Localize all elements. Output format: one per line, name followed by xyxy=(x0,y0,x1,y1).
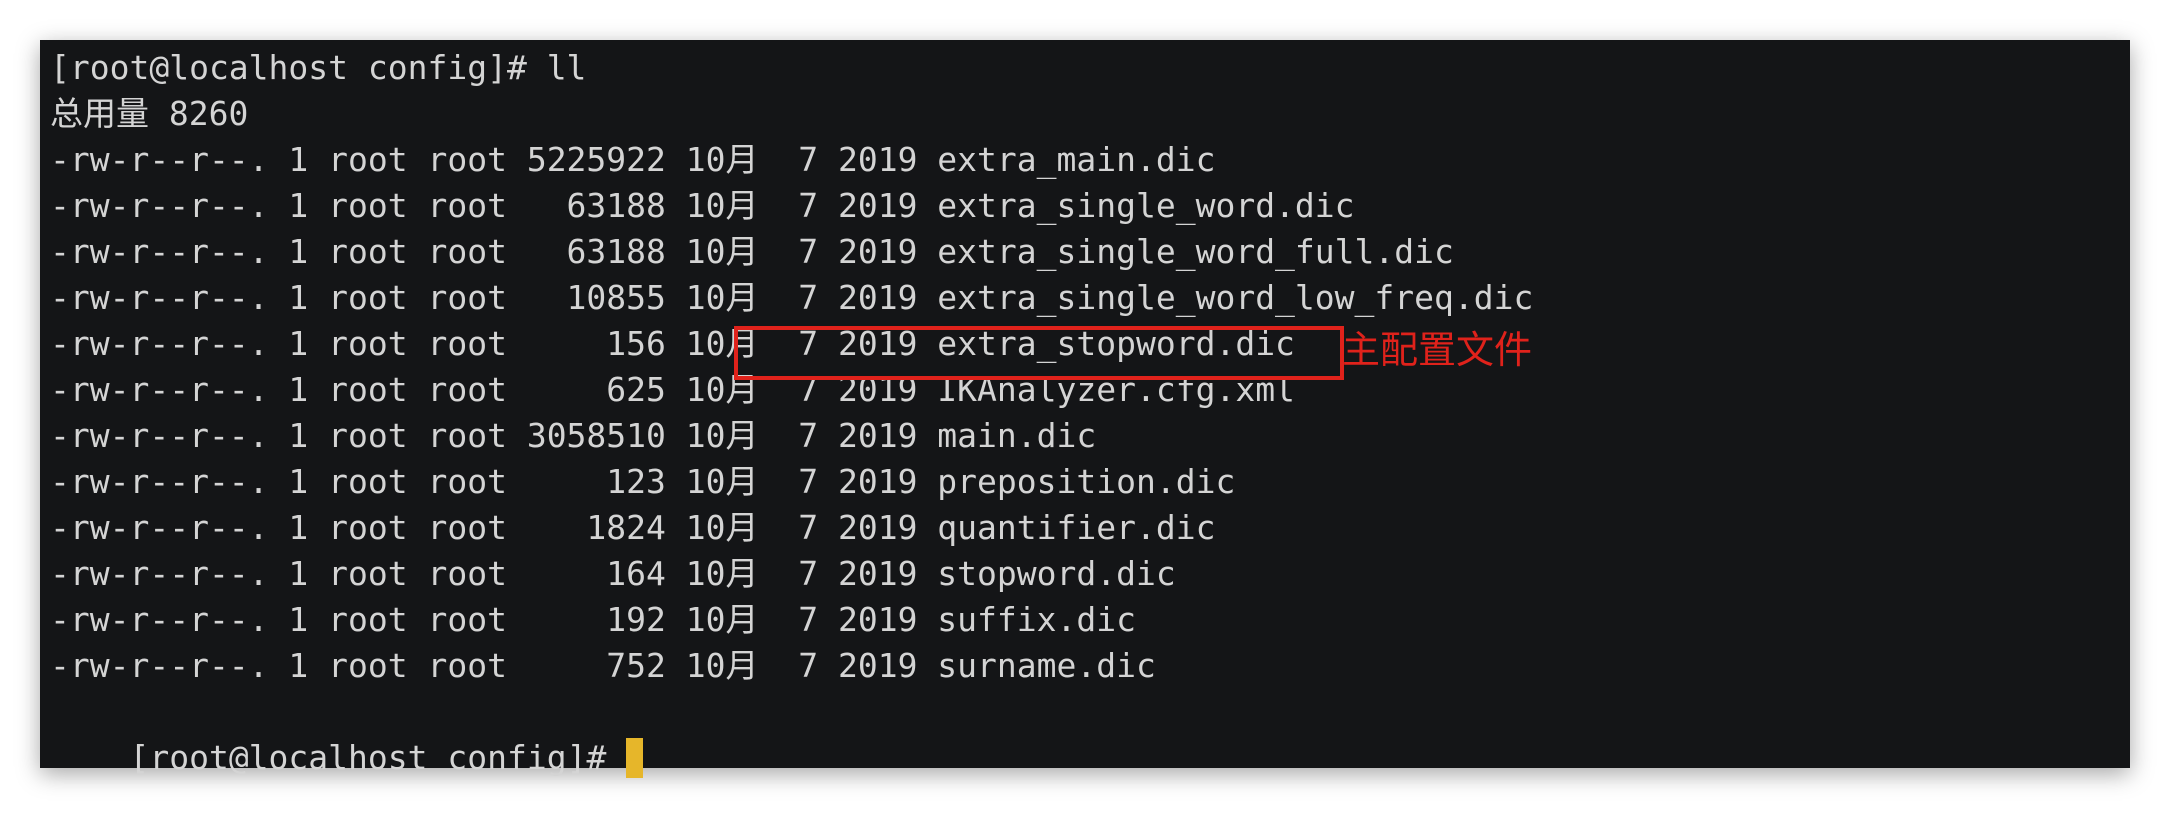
file-row-extra-single-word: -rw-r--r--. 1 root root 63188 10月 7 2019… xyxy=(50,186,1355,225)
file-row-stopword: -rw-r--r--. 1 root root 164 10月 7 2019 s… xyxy=(50,554,1176,593)
file-row-extra-single-word-full: -rw-r--r--. 1 root root 63188 10月 7 2019… xyxy=(50,232,1454,271)
file-row-quantifier: -rw-r--r--. 1 root root 1824 10月 7 2019 … xyxy=(50,508,1216,547)
file-row-extra-main: -rw-r--r--. 1 root root 5225922 10月 7 20… xyxy=(50,140,1216,179)
file-row-preposition: -rw-r--r--. 1 root root 123 10月 7 2019 p… xyxy=(50,462,1236,501)
annotation-label: 主配置文件 xyxy=(1342,328,1533,372)
file-row-extra-single-word-low-freq: -rw-r--r--. 1 root root 10855 10月 7 2019… xyxy=(50,278,1534,317)
file-row-suffix: -rw-r--r--. 1 root root 192 10月 7 2019 s… xyxy=(50,600,1136,639)
terminal-prompt-line[interactable]: [root@localhost config]# xyxy=(50,689,644,778)
file-row-main: -rw-r--r--. 1 root root 3058510 10月 7 20… xyxy=(50,416,1097,455)
text-cursor xyxy=(626,738,644,778)
terminal-window[interactable]: [root@localhost config]# ll 总用量 8260 -rw… xyxy=(40,40,2130,778)
terminal-line-command: [root@localhost config]# ll xyxy=(50,48,587,87)
highlight-box xyxy=(734,326,1344,380)
terminal-line-total: 总用量 8260 xyxy=(50,94,249,133)
terminal-prompt: [root@localhost config]# xyxy=(129,738,627,777)
file-row-surname: -rw-r--r--. 1 root root 752 10月 7 2019 s… xyxy=(50,646,1156,685)
